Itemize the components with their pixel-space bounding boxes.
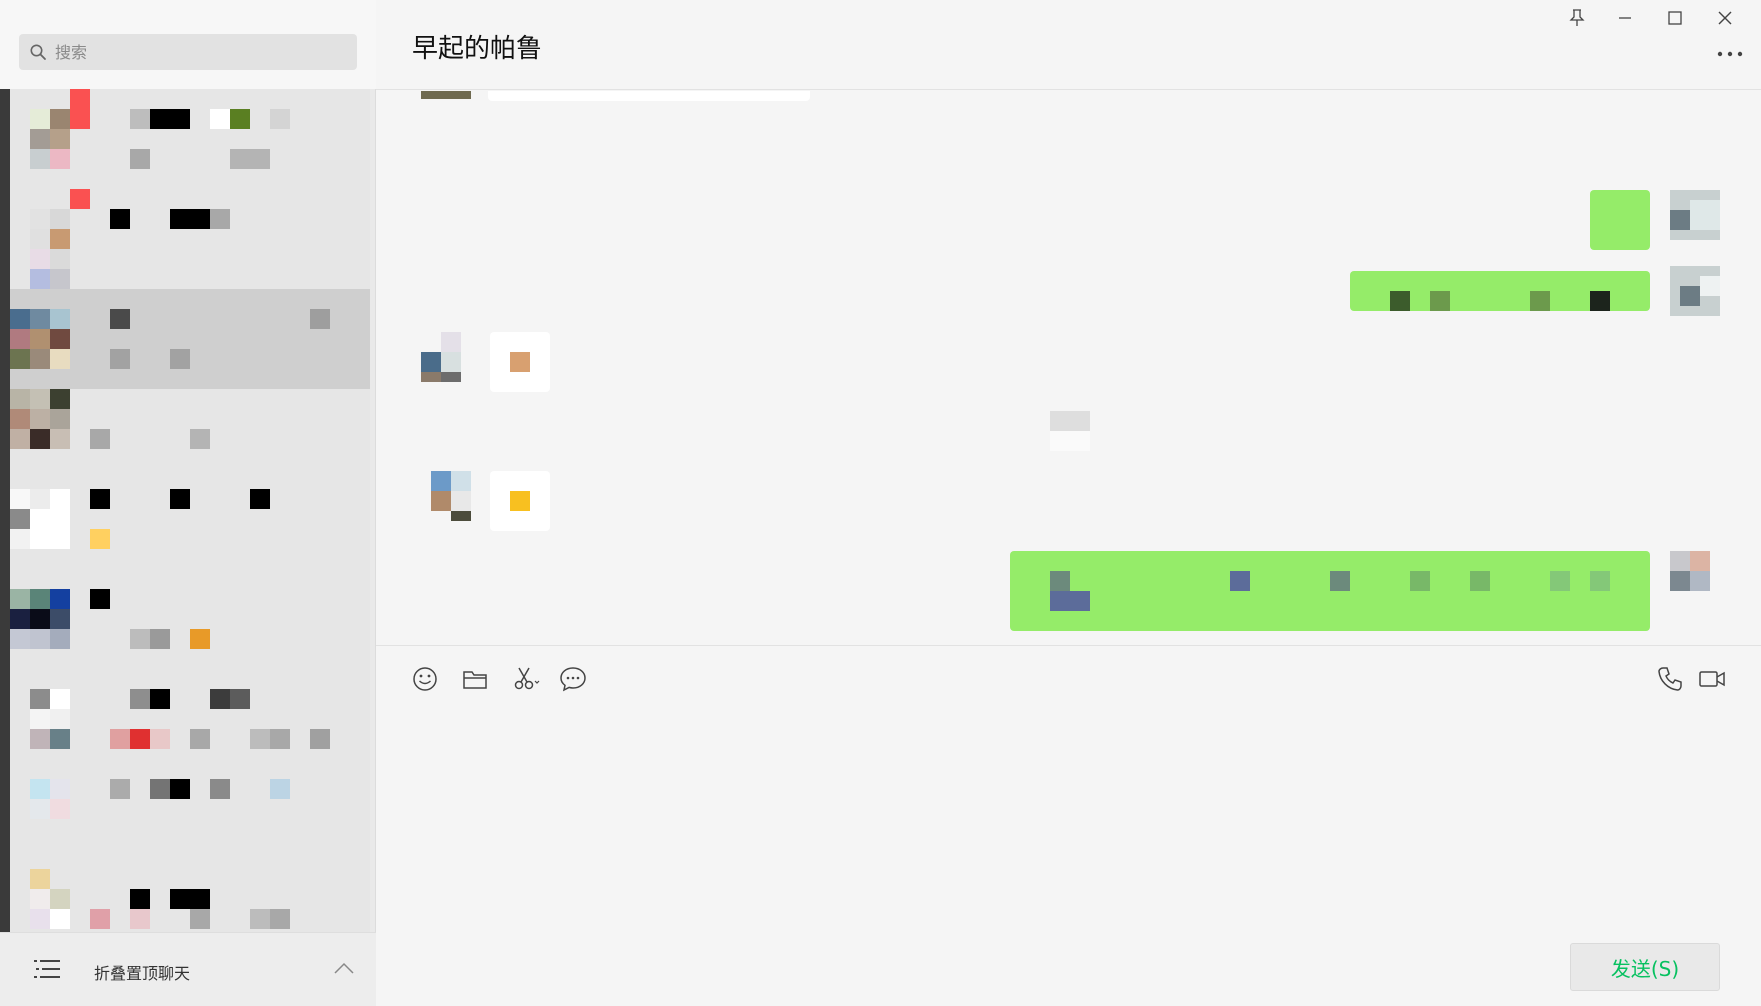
minimize-icon <box>1619 17 1631 19</box>
search-input[interactable] <box>55 42 335 62</box>
message-bubble-sent[interactable] <box>1010 551 1650 631</box>
search-box[interactable] <box>19 34 357 70</box>
more-icon[interactable] <box>1715 46 1745 62</box>
maximize-button[interactable] <box>1657 6 1693 30</box>
video-call-icon[interactable] <box>1697 664 1727 694</box>
message-composer[interactable]: 发送(S) <box>376 706 1761 1006</box>
message-bubble-sent[interactable] <box>1590 190 1650 250</box>
conversation-item[interactable] <box>10 389 370 489</box>
unread-badge <box>70 189 90 209</box>
message-bubble-sent[interactable] <box>1350 271 1650 311</box>
conversation-item[interactable] <box>10 489 370 589</box>
pin-icon <box>1569 9 1585 26</box>
emoji-icon[interactable] <box>410 664 440 694</box>
conversation-item[interactable] <box>10 589 370 689</box>
folded-pinned-chats-bar[interactable]: 折叠置顶聊天 <box>0 932 376 1006</box>
message-bubble-received[interactable] <box>490 471 550 531</box>
conversation-sidebar: 折叠置顶聊天 <box>0 0 376 1006</box>
contact-avatar <box>421 91 471 99</box>
conversation-item[interactable] <box>10 189 370 289</box>
chat-title: 早起的帕鲁 <box>412 34 543 64</box>
chat-header: 早起的帕鲁 <box>376 0 1761 90</box>
unread-badge <box>70 89 90 129</box>
chevron-up-icon[interactable] <box>334 961 354 975</box>
chat-panel: 早起的帕鲁 发送(S) <box>376 0 1761 1006</box>
close-button[interactable] <box>1707 6 1743 30</box>
folded-pinned-label: 折叠置顶聊天 <box>94 964 191 983</box>
my-avatar <box>1670 266 1720 316</box>
contact-avatar <box>421 332 471 382</box>
sidebar-edge <box>0 89 10 932</box>
conversation-item[interactable] <box>10 689 370 789</box>
conversation-preview <box>90 529 110 549</box>
send-button[interactable]: 发送(S) <box>1570 943 1720 991</box>
conversation-item[interactable] <box>10 869 370 932</box>
maximize-icon <box>1668 11 1682 25</box>
pin-button[interactable] <box>1559 6 1595 30</box>
search-icon <box>30 44 46 60</box>
conversation-name <box>90 589 110 609</box>
my-avatar <box>1670 551 1720 601</box>
conversation-item-selected[interactable] <box>10 289 370 389</box>
message-bubble-received[interactable] <box>490 332 550 392</box>
conversation-list[interactable] <box>10 89 370 932</box>
voice-call-icon[interactable] <box>1655 664 1685 694</box>
message-bubble-received[interactable] <box>488 91 810 101</box>
message-list[interactable] <box>376 91 1761 642</box>
list-icon <box>34 960 60 978</box>
time-divider <box>1050 411 1090 451</box>
folder-icon[interactable] <box>460 664 490 694</box>
close-icon <box>1718 11 1732 25</box>
chat-history-icon[interactable] <box>558 664 588 694</box>
contact-avatar <box>431 471 481 521</box>
minimize-button[interactable] <box>1607 6 1643 30</box>
input-toolbar <box>376 645 1761 705</box>
sidebar-header <box>0 0 376 89</box>
screenshot-icon[interactable] <box>510 664 540 694</box>
my-avatar <box>1670 190 1720 240</box>
conversation-item[interactable] <box>10 89 370 189</box>
